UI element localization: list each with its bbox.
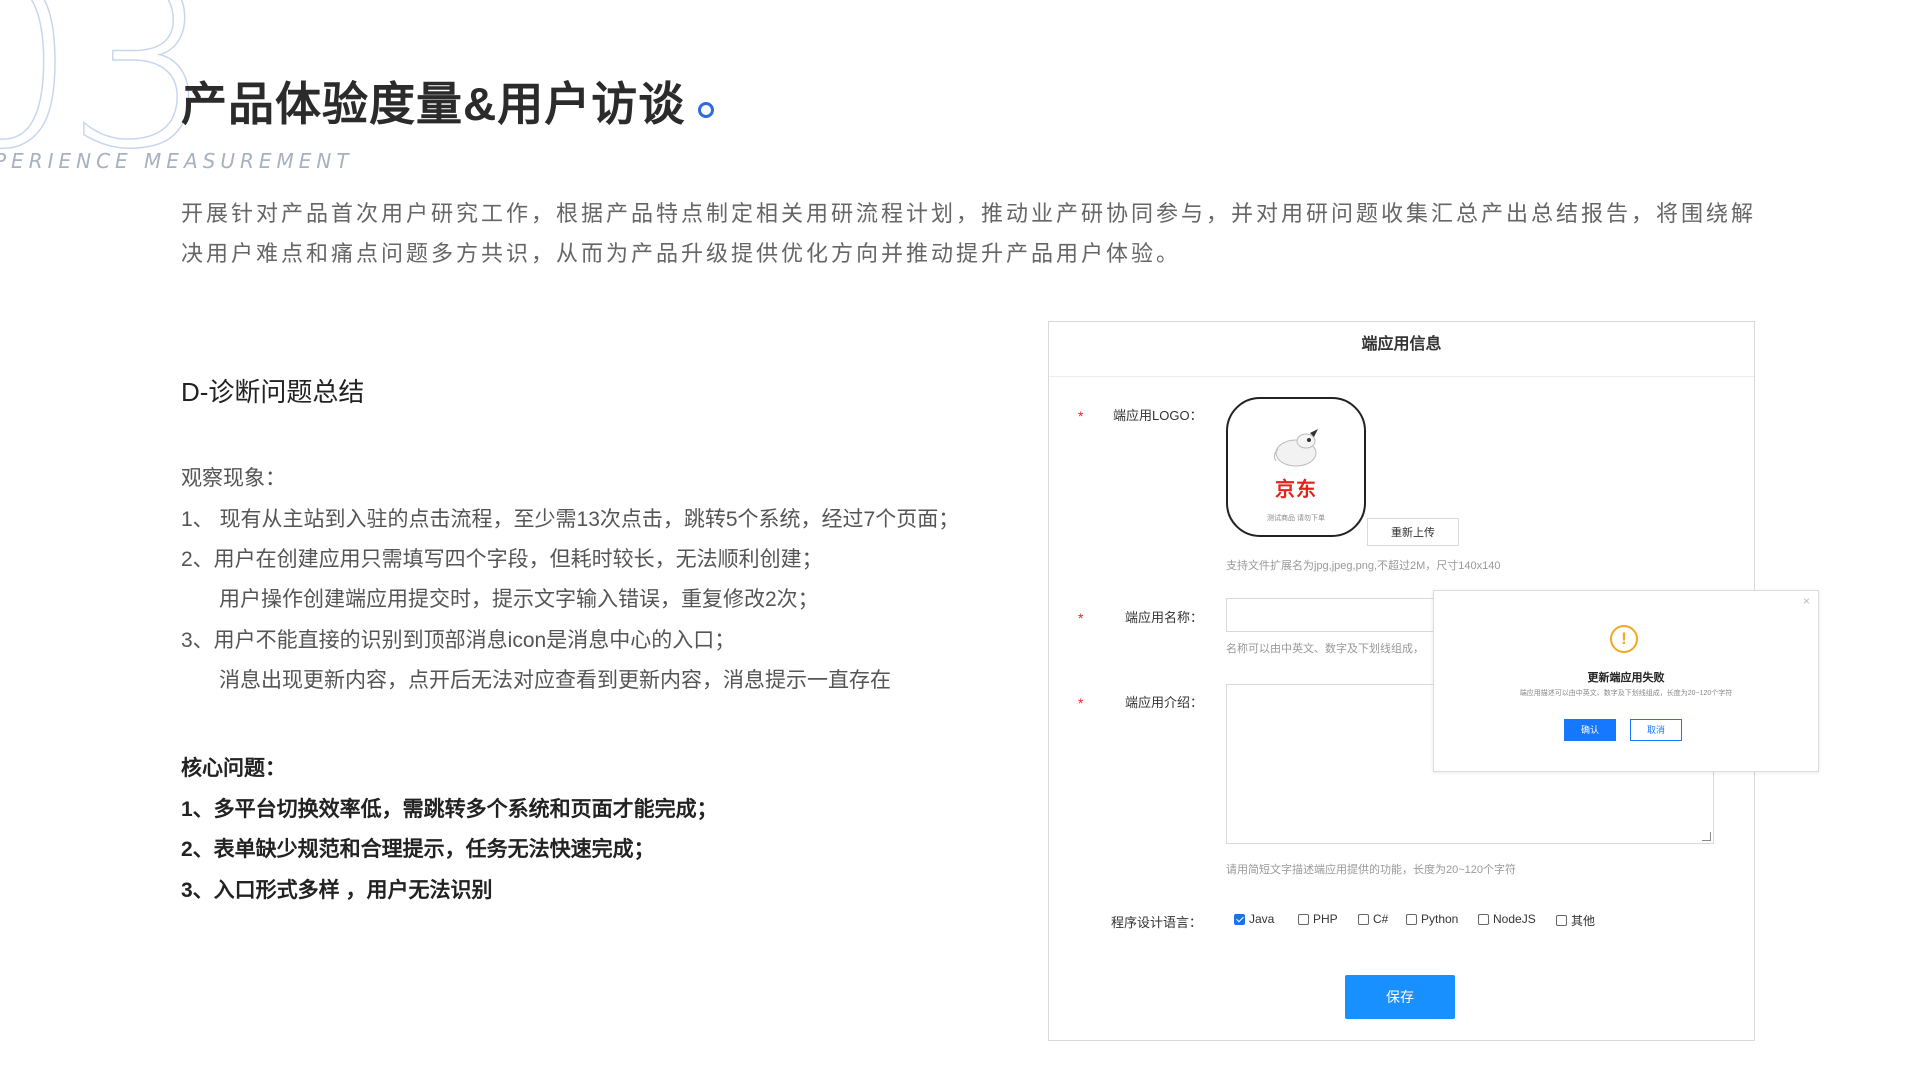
dialog-title: 更新端应用失败 — [1587, 672, 1665, 684]
intro-label: 端应用介绍： — [1125, 695, 1204, 710]
logo-label: 端应用LOGO： — [1113, 408, 1203, 423]
observation-label: 观察现象： — [181, 467, 286, 490]
name-label: 端应用名称： — [1125, 610, 1204, 625]
checkbox-icon[interactable] — [1556, 915, 1567, 926]
checkbox-icon[interactable] — [1478, 913, 1489, 925]
save-button[interactable]: 保存 — [1345, 975, 1455, 1019]
warning-icon: ! — [1610, 625, 1638, 653]
english-subtitle: PERIENCE MEASUREMENT — [0, 149, 354, 173]
required-mark: * — [1078, 408, 1084, 424]
form-title: 端应用信息 — [1049, 322, 1754, 377]
language-option-nodejs[interactable]: NodeJS — [1478, 912, 1536, 926]
dialog-message: 端应用描述可以由中英文、数字及下划线组成，长度为20~120个字符 — [1519, 690, 1733, 697]
language-label: 程序设计语言： — [1111, 915, 1203, 930]
app-logo-image: 京东 测试商品 请勿下单 — [1226, 397, 1366, 537]
page-title: 产品体验度量&用户访谈 — [181, 78, 686, 130]
language-option-java[interactable]: Java — [1234, 912, 1274, 926]
core-issue-item: 3、入口形式多样 ，用户无法识别 — [181, 879, 493, 902]
close-icon[interactable]: × — [1803, 594, 1810, 608]
confirm-button[interactable]: 确认 — [1564, 719, 1616, 741]
core-issues-label: 核心问题： — [181, 757, 286, 780]
language-option-other[interactable]: 其他 — [1556, 912, 1595, 929]
checkbox-checked-icon[interactable] — [1234, 913, 1245, 925]
observation-item: 用户操作创建端应用提交时，提示文字输入错误，重复修改2次； — [219, 588, 819, 611]
language-option-python[interactable]: Python — [1406, 912, 1458, 926]
logo-hint: 支持文件扩展名为jpg,jpeg,png,不超过2M，尺寸140x140 — [1226, 560, 1501, 572]
observation-item: 3、用户不能直接的识别到顶部消息icon是消息中心的入口； — [181, 629, 736, 652]
logo-wordmark: 京东 — [1275, 479, 1317, 501]
observation-item: 2、用户在创建应用只需填写四个字段，但耗时较长，无法顺利创建； — [181, 548, 823, 571]
language-option-php[interactable]: PHP — [1298, 912, 1338, 926]
core-issue-item: 1、多平台切换效率低，需跳转多个系统和页面才能完成； — [181, 798, 718, 821]
core-issue-item: 2、表单缺少规范和合理提示，任务无法快速完成； — [181, 838, 655, 861]
checkbox-icon[interactable] — [1298, 913, 1309, 925]
mascot-dog-icon — [1273, 429, 1318, 467]
observation-item: 消息出现更新内容，点开后无法对应查看到更新内容，消息提示一直存在 — [219, 669, 891, 692]
checkbox-icon[interactable] — [1358, 913, 1369, 925]
section-heading: D-诊断问题总结 — [181, 377, 365, 407]
update-failed-dialog: × ! 更新端应用失败 端应用描述可以由中英文、数字及下划线组成，长度为20~1… — [1433, 590, 1819, 772]
language-option-csharp[interactable]: C# — [1358, 912, 1388, 926]
title-dot-decoration — [698, 102, 714, 118]
intro-hint: 请用简短文字描述端应用提供的功能，长度为20~120个字符 — [1226, 864, 1517, 876]
name-hint: 名称可以由中英文、数字及下划线组成， — [1226, 643, 1424, 655]
checkbox-icon[interactable] — [1406, 913, 1417, 925]
cancel-button[interactable]: 取消 — [1630, 719, 1682, 741]
resize-handle-icon[interactable] — [1702, 832, 1711, 841]
required-mark: * — [1078, 610, 1084, 626]
required-mark: * — [1078, 695, 1084, 711]
reupload-button[interactable]: 重新上传 — [1367, 518, 1459, 546]
intro-paragraph: 开展针对产品首次用户研究工作，根据产品特点制定相关用研流程计划，推动业产研协同参… — [181, 201, 1757, 266]
logo-caption: 测试商品 请勿下单 — [1267, 515, 1325, 522]
observation-item: 1、 现有从主站到入驻的点击流程，至少需13次点击，跳转5个系统，经过7个页面； — [181, 508, 960, 531]
